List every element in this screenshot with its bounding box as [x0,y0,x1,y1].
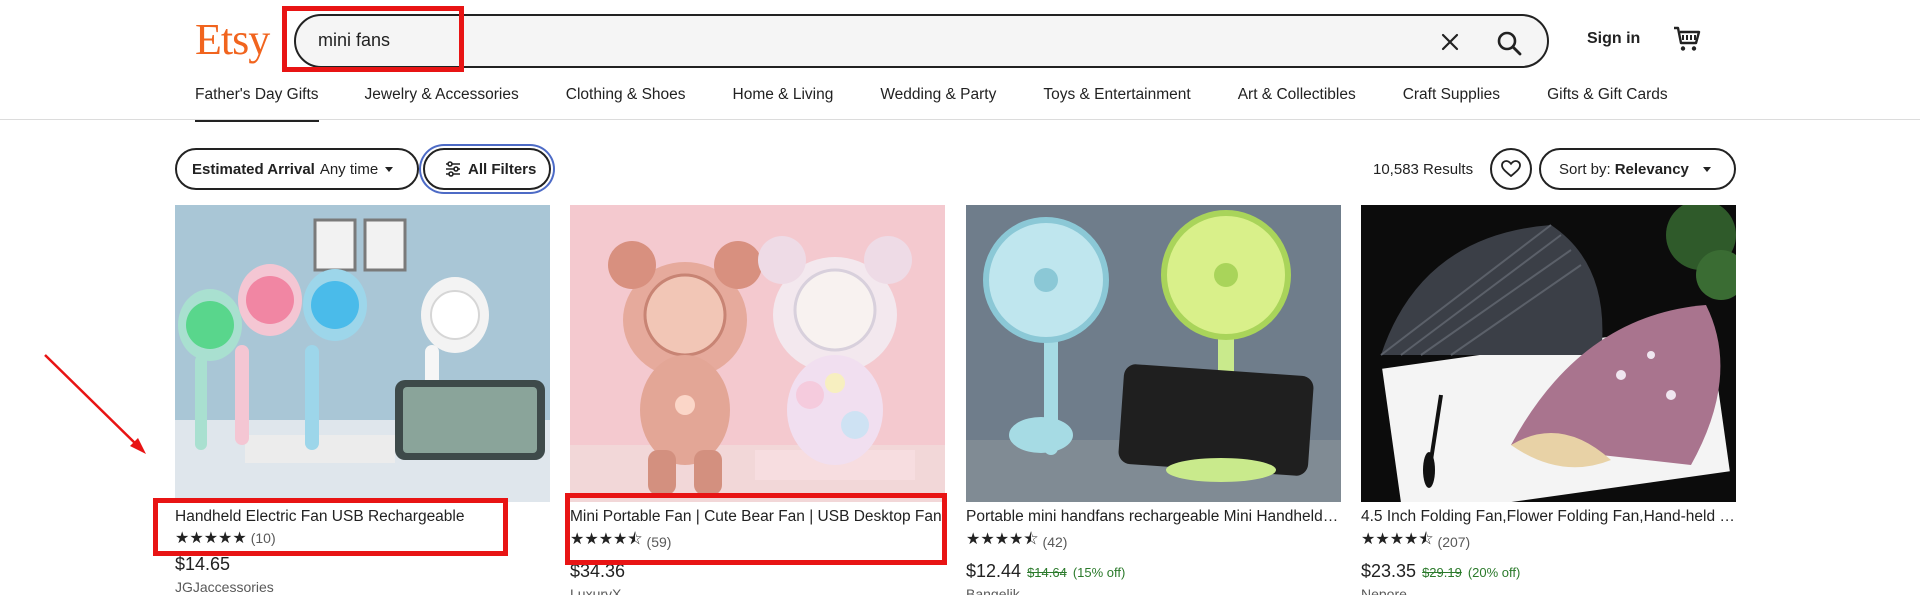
listing-price: $12.44 [966,561,1022,581]
review-count: (59) [646,533,672,550]
caret-down-icon [385,166,394,172]
original-price: $29.19 [1422,565,1462,580]
listing-title[interactable]: 4.5 Inch Folding Fan,Flower Folding Fan,… [1361,508,1736,526]
discount-badge: (20% off) [1467,565,1521,580]
category-nav: Father's Day Gifts Jewelry & Accessories… [195,86,1668,122]
etsy-logo[interactable]: Etsy [195,14,270,65]
search-bar [294,14,1549,68]
nav-item-art-collectibles[interactable]: Art & Collectibles [1238,86,1356,122]
review-count: (10) [250,530,276,546]
nav-item-home-living[interactable]: Home & Living [733,86,834,122]
listing-image[interactable] [966,205,1341,502]
sort-label: Sort by: [1559,160,1611,178]
listing-rating: ★★★★⯪ (42) [966,528,1341,555]
nav-item-wedding-party[interactable]: Wedding & Party [880,86,996,122]
listing-price-row: $34.36 [570,561,945,582]
star-rating-icon: ★★★★⯪ [570,531,643,548]
cart-icon [1674,26,1701,51]
listing-card[interactable]: Mini Portable Fan | Cute Bear Fan | USB … [570,205,945,595]
close-icon [1441,33,1459,51]
all-filters-button[interactable]: All Filters [423,148,551,190]
star-rating-icon: ★★★★⯪ [966,531,1039,548]
sliders-icon [446,161,460,177]
listing-price: $23.35 [1361,561,1417,581]
listing-rating: ★★★★⯪ (207) [1361,528,1736,555]
listing-price: $34.36 [570,561,626,581]
review-count: (42) [1042,533,1068,550]
caret-down-icon [1702,166,1711,172]
shop-name[interactable]: LuxuryX [570,586,945,595]
listing-card[interactable]: Handheld Electric Fan USB Rechargeable ★… [175,205,550,595]
nav-item-jewelry-accessories[interactable]: Jewelry & Accessories [365,86,519,122]
listing-card[interactable]: Portable mini handfans rechargeable Mini… [966,205,1341,595]
results-count: 10,583 Results [1373,161,1474,178]
nav-item-fathers-day-gifts[interactable]: Father's Day Gifts [195,86,319,122]
original-price: $14.64 [1027,565,1067,580]
save-search-button[interactable] [1490,148,1532,190]
listing-image[interactable] [175,205,550,502]
listing-price-row: $12.44 $14.64 (15% off) [966,561,1341,582]
listing-card[interactable]: 4.5 Inch Folding Fan,Flower Folding Fan,… [1361,205,1736,595]
arrival-value: Any time [319,160,379,178]
arrival-label: Estimated Arrival [192,160,315,178]
discount-badge: (15% off) [1072,565,1126,580]
heart-icon [1501,160,1521,178]
listing-title[interactable]: Portable mini handfans rechargeable Mini… [966,508,1341,526]
listing-title[interactable]: Mini Portable Fan | Cute Bear Fan | USB … [570,508,945,526]
search-icon [1497,31,1522,56]
nav-item-clothing-shoes[interactable]: Clothing & Shoes [566,86,686,122]
nav-item-craft-supplies[interactable]: Craft Supplies [1403,86,1500,122]
sort-dropdown[interactable]: Sort by: Relevancy [1539,148,1736,190]
star-rating-icon: ★★★★★ [175,530,247,547]
listing-rating: ★★★★⯪ (59) [570,528,945,555]
search-input[interactable] [318,30,1218,51]
review-count: (207) [1437,533,1471,550]
sign-in-link[interactable]: Sign in [1587,30,1640,48]
listing-price-row: $14.65 [175,554,550,575]
nav-item-gifts-gift-cards[interactable]: Gifts & Gift Cards [1547,86,1668,122]
search-button[interactable] [1493,27,1525,59]
sort-value: Relevancy [1614,160,1689,178]
shop-name[interactable]: Bangelik [966,586,1341,595]
listing-image[interactable] [570,205,945,502]
shop-name[interactable]: JGJaccessories [175,579,550,595]
estimated-arrival-dropdown[interactable]: Estimated Arrival Any time [175,148,419,190]
listing-price-row: $23.35 $29.19 (20% off) [1361,561,1736,582]
annotation-arrow-icon [44,354,146,454]
header-divider [0,119,1920,120]
listing-title[interactable]: Handheld Electric Fan USB Rechargeable [175,508,550,526]
shop-name[interactable]: Nepore [1361,586,1736,595]
listing-price: $14.65 [175,554,231,574]
listing-image[interactable] [1361,205,1736,502]
nav-item-toys-entertainment[interactable]: Toys & Entertainment [1043,86,1190,122]
star-rating-icon: ★★★★⯪ [1361,531,1434,548]
clear-search-button[interactable] [1437,29,1463,55]
all-filters-label: All Filters [468,160,537,178]
cart-button[interactable] [1672,24,1702,54]
listing-rating: ★★★★★ (10) [175,528,550,548]
